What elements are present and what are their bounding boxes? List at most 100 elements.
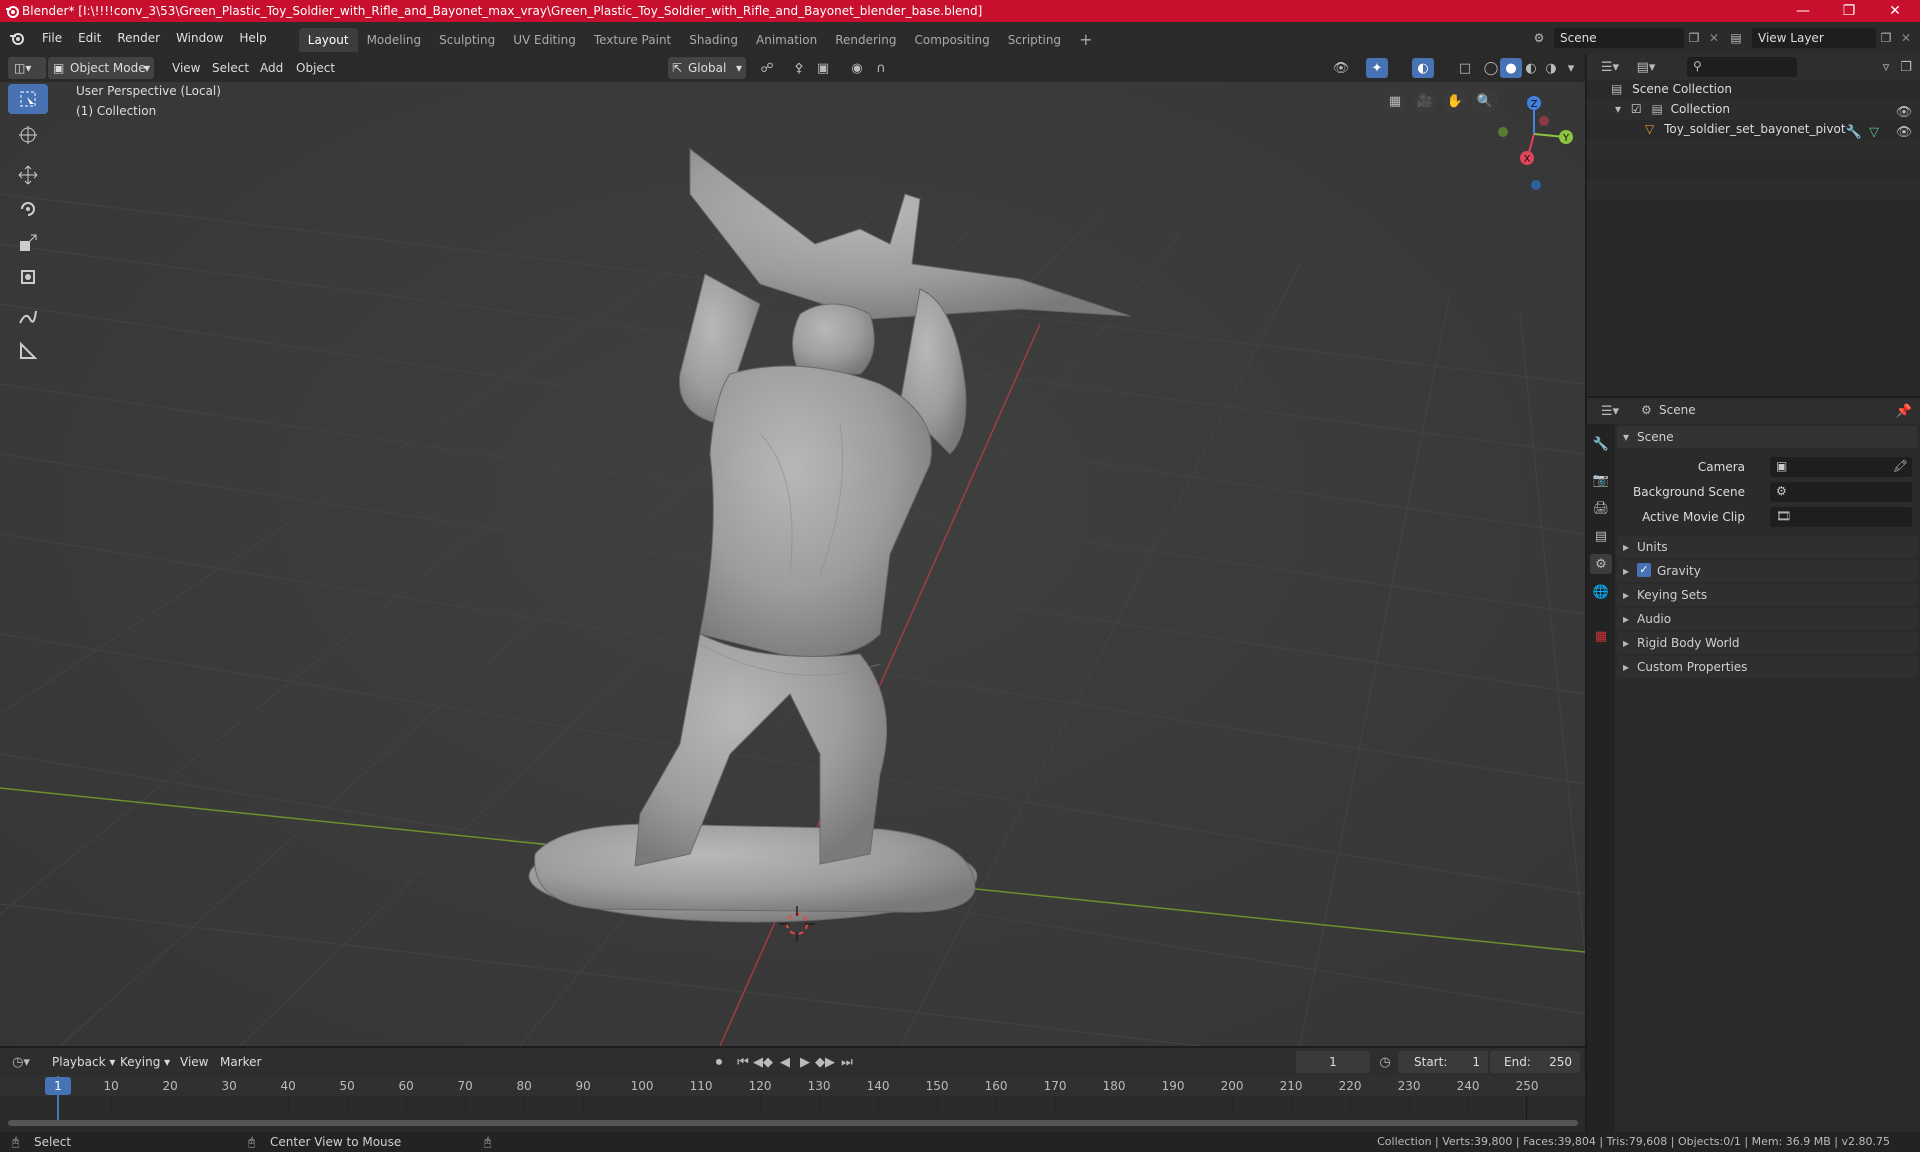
tab-scripting[interactable]: Scripting (999, 28, 1070, 52)
rigid-body-world-section[interactable]: ▸ Rigid Body World (1617, 632, 1917, 654)
3d-viewport[interactable]: ◫▾ Object Mode ▾ ▣ View Select Add Object… (0, 54, 1585, 1046)
collection-visibility-icon[interactable]: 👁 (1893, 102, 1915, 122)
menu-edit[interactable]: Edit (70, 22, 109, 54)
tab-sculpting[interactable]: Sculpting (430, 28, 504, 52)
play-reverse-icon[interactable]: ◀ (774, 1052, 796, 1072)
tab-layout[interactable]: Layout (298, 28, 358, 52)
properties-editor-type-icon[interactable]: ☰▾ (1599, 401, 1621, 421)
solid-shading-icon[interactable]: ● (1500, 58, 1522, 78)
tab-animation[interactable]: Animation (747, 28, 826, 52)
start-frame-field[interactable]: Start: 1 (1398, 1051, 1488, 1073)
mesh-data-icon[interactable]: ▽ (1863, 122, 1885, 142)
units-section[interactable]: ▸ Units (1617, 536, 1917, 558)
timeline-menu-keying[interactable]: Keying ▾ (114, 1051, 176, 1073)
transform-orientation-selector[interactable]: ⇱ Global ▾ (668, 57, 746, 79)
snap-icon[interactable]: ⚴ (788, 58, 810, 78)
render-tab-icon[interactable]: 📷 (1590, 470, 1612, 490)
pin-icon[interactable]: 📌 (1893, 401, 1915, 421)
camera-view-icon[interactable]: 🎥 (1412, 88, 1438, 114)
measure-tool[interactable] (8, 336, 48, 366)
gravity-section[interactable]: ▸ ✓ Gravity (1617, 560, 1917, 582)
mode-selector[interactable]: Object Mode ▾ ▣ (48, 57, 154, 79)
menu-window[interactable]: Window (168, 22, 231, 54)
expand-arrow-icon[interactable]: ▾ (1615, 102, 1621, 116)
next-keyframe-icon[interactable]: ◆▶ (814, 1052, 836, 1072)
menu-file[interactable]: File (34, 22, 70, 54)
scene-browse-icon[interactable]: ⚙ (1524, 27, 1554, 49)
output-tab-icon[interactable]: 🖨 (1590, 498, 1612, 518)
falloff-icon[interactable]: ∩ (870, 58, 892, 78)
scene-selector[interactable]: Scene (1554, 28, 1684, 48)
jump-end-icon[interactable]: ⏭ (836, 1052, 858, 1072)
prev-keyframe-icon[interactable]: ◀◆ (752, 1052, 774, 1072)
rotate-tool[interactable] (8, 194, 48, 224)
blender-menu-icon[interactable] (0, 22, 34, 54)
texture-tab-icon[interactable]: ▦ (1590, 626, 1612, 646)
end-frame-field[interactable]: End: 250 (1490, 1051, 1580, 1073)
navigation-gizmo[interactable]: Z Y X (1490, 84, 1580, 194)
keying-sets-section[interactable]: ▸ Keying Sets (1617, 584, 1917, 606)
active-movie-clip-field[interactable]: 🎞 (1770, 507, 1912, 527)
scene-subpanel-header[interactable]: ▾ Scene (1617, 426, 1917, 448)
collection-exclude-checkbox[interactable]: ☑ (1631, 102, 1642, 116)
timeline-menu-marker[interactable]: Marker (214, 1051, 267, 1073)
outliner-scene-collection[interactable]: ▤ Scene Collection (1611, 82, 1732, 96)
rendered-shading-icon[interactable]: ◑ (1540, 58, 1562, 78)
view-layer-browse-icon[interactable]: ▤ (1722, 27, 1750, 49)
overlay-toggle-icon[interactable]: ◐ (1412, 58, 1434, 78)
add-workspace-button[interactable]: + (1070, 28, 1101, 52)
modifier-icon[interactable]: 🔧 (1843, 122, 1865, 142)
outliner-editor-type-icon[interactable]: ☰▾ (1599, 57, 1621, 77)
move-tool[interactable] (8, 160, 48, 190)
material-shading-icon[interactable]: ◐ (1520, 58, 1542, 78)
visibility-selector-icon[interactable]: 👁 (1330, 58, 1352, 78)
play-icon[interactable]: ▶ (794, 1052, 816, 1072)
minimize-button[interactable]: — (1780, 0, 1826, 22)
view-layer-tab-icon[interactable]: ▤ (1590, 526, 1612, 546)
background-scene-field[interactable]: ⚙ (1770, 482, 1912, 502)
select-box-tool[interactable] (8, 84, 48, 114)
scale-tool[interactable] (8, 228, 48, 258)
pan-view-icon[interactable]: ✋ (1442, 88, 1468, 114)
wireframe-shading-icon[interactable]: ◯ (1480, 58, 1502, 78)
tab-modeling[interactable]: Modeling (358, 28, 431, 52)
delete-view-layer-icon[interactable]: ✕ (1896, 28, 1916, 48)
shading-options-icon[interactable]: ▾ (1560, 58, 1582, 78)
close-window-button[interactable]: ✕ (1872, 0, 1918, 22)
current-frame-field[interactable]: 1 (1296, 1051, 1370, 1073)
audio-section[interactable]: ▸ Audio (1617, 608, 1917, 630)
gizmo-toggle-icon[interactable]: ✦ (1366, 58, 1388, 78)
outliner-object-row[interactable]: ▽ Toy_soldier_set_bayonet_pivot (1645, 122, 1846, 136)
new-scene-icon[interactable]: ❐ (1684, 28, 1704, 48)
tab-shading[interactable]: Shading (680, 28, 747, 52)
delete-scene-icon[interactable]: ✕ (1704, 28, 1724, 48)
jump-start-icon[interactable]: ⏮ (732, 1052, 754, 1072)
timeline-scrollbar[interactable] (8, 1120, 1578, 1126)
viewport-menu-select[interactable]: Select (206, 57, 255, 79)
preview-range-icon[interactable]: ◷ (1374, 1052, 1396, 1072)
record-icon[interactable]: ⏺ (708, 1052, 730, 1072)
annotate-tool[interactable] (8, 302, 48, 332)
pivot-point-icon[interactable]: ☍ (756, 58, 778, 78)
timeline-editor-type-icon[interactable]: ◷▾ (10, 1052, 32, 1072)
viewport-menu-add[interactable]: Add (254, 57, 289, 79)
new-collection-icon[interactable]: ❐ (1895, 57, 1917, 77)
menu-help[interactable]: Help (231, 22, 274, 54)
toggle-grid-icon[interactable]: ▦ (1382, 88, 1408, 114)
tool-tab-icon[interactable]: 🔧 (1590, 434, 1612, 454)
filter-icon[interactable]: ▿ (1875, 57, 1897, 77)
tab-uv-editing[interactable]: UV Editing (504, 28, 585, 52)
editor-type-icon[interactable]: ◫▾ (8, 57, 46, 79)
camera-field[interactable]: ▣ 🖍 (1770, 457, 1912, 477)
tab-texture-paint[interactable]: Texture Paint (585, 28, 680, 52)
custom-properties-section[interactable]: ▸ Custom Properties (1617, 656, 1917, 678)
outliner-collection-row[interactable]: ▾ ☑ ▤ Collection (1615, 102, 1730, 116)
tab-rendering[interactable]: Rendering (826, 28, 905, 52)
object-visibility-icon[interactable]: 👁 (1893, 122, 1915, 142)
outliner-search-input[interactable]: ⚲ (1687, 57, 1797, 77)
xray-toggle-icon[interactable]: □ (1454, 58, 1476, 78)
cursor-tool[interactable] (8, 120, 48, 150)
world-tab-icon[interactable]: 🌐 (1590, 582, 1612, 602)
timeline-menu-view[interactable]: View (174, 1051, 214, 1073)
gravity-checkbox[interactable]: ✓ (1637, 563, 1651, 577)
